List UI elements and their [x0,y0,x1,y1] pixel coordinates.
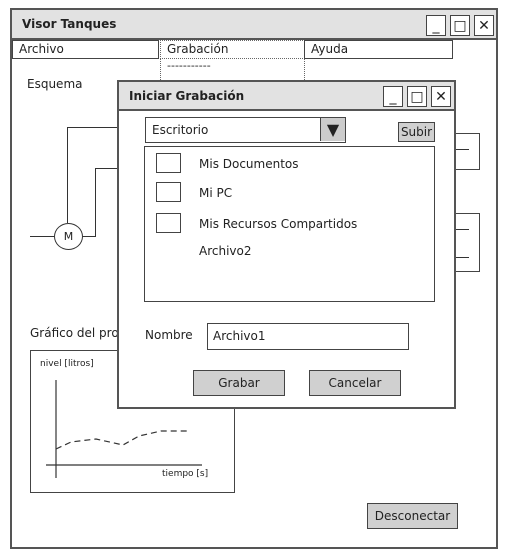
file-list[interactable]: Mis Documentos Mi PC Mis Recursos Compar… [144,146,435,302]
schema-label: Esquema [27,77,83,91]
dialog-close-button[interactable]: ✕ [431,86,451,107]
dialog-title: Iniciar Grabación [129,88,245,103]
location-value: Escritorio [152,123,209,137]
location-select[interactable]: Escritorio ▼ [145,117,346,143]
menu-ayuda[interactable]: Ayuda [304,40,453,59]
cancel-button[interactable]: Cancelar [309,370,401,396]
name-input-value: Archivo1 [213,329,266,343]
pipe [95,168,119,169]
list-item[interactable]: Mis Documentos [199,157,299,171]
menu-separator: ----------- [167,59,211,72]
dialog-title-bar: Iniciar Grabación [119,82,454,111]
chart-series-line [55,430,189,450]
list-item[interactable]: Mi PC [199,186,232,200]
chevron-down-icon[interactable]: ▼ [320,118,345,141]
pipe [95,168,96,237]
minimize-button[interactable]: _ [426,15,446,36]
maximize-button[interactable]: □ [450,15,470,36]
pipe [30,236,54,237]
close-button[interactable]: ✕ [474,15,494,36]
menu-grabacion[interactable]: Grabación [160,40,305,59]
pipe [67,127,119,128]
menu-archivo[interactable]: Archivo [12,40,159,59]
pipe [455,149,469,150]
tank-right-bottom [455,213,480,272]
up-label: Subir [400,125,433,139]
pipe [82,236,96,237]
main-title-bar: Visor Tanques [12,10,496,40]
menu-archivo-label: Archivo [19,42,64,56]
dialog-maximize-button[interactable]: □ [407,86,427,107]
up-button[interactable]: Subir [398,122,435,142]
list-item[interactable]: Archivo2 [199,244,252,258]
menu-grabacion-dropdown: ----------- [160,58,305,82]
chart-section-label: Gráfico del proc [30,326,126,340]
list-item[interactable]: Mis Recursos Compartidos [199,217,357,231]
menu-ayuda-label: Ayuda [311,42,349,56]
folder-icon [156,153,181,173]
motor-icon: M [54,223,83,250]
menu-grabacion-label: Grabación [167,42,229,56]
pipe [67,127,68,223]
name-label: Nombre [145,328,193,342]
record-dialog: Iniciar Grabación _ □ ✕ Escritorio ▼ Sub… [117,80,456,409]
record-label: Grabar [218,376,260,390]
main-window-title: Visor Tanques [22,17,117,31]
dialog-minimize-button[interactable]: _ [383,86,403,107]
record-button[interactable]: Grabar [193,370,285,396]
disconnect-button[interactable]: Desconectar [367,503,458,529]
folder-icon [156,213,181,233]
motor-label: M [63,230,74,243]
pipe [455,257,469,258]
name-input[interactable]: Archivo1 [207,323,409,350]
pipe [455,229,469,230]
folder-icon [156,182,181,202]
disconnect-label: Desconectar [374,509,451,523]
tank-right-top [455,133,480,170]
cancel-label: Cancelar [328,376,382,390]
